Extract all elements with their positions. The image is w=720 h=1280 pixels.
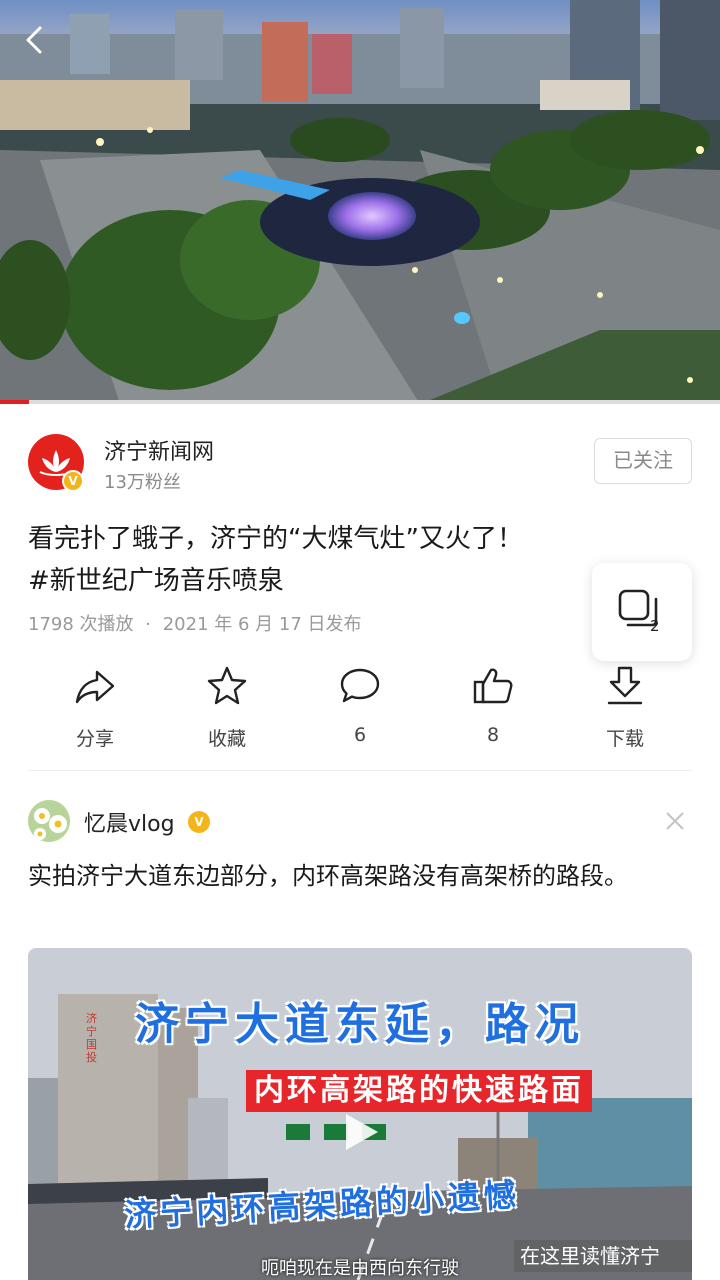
recommended-author-avatar[interactable] <box>28 800 70 842</box>
recommended-video-thumbnail[interactable]: 济宁国投 济宁大道东延，路况 内环高架路的快速路面 济宁内环高架路的小遗憾 呃咱… <box>28 948 692 1280</box>
author-fans-count: 13万粉丝 <box>104 472 181 493</box>
verified-badge-icon: V <box>188 811 210 833</box>
share-label: 分享 <box>75 728 114 750</box>
collection-button[interactable]: 2 <box>592 563 692 661</box>
like-button[interactable]: 8 <box>426 664 560 756</box>
close-icon[interactable] <box>662 808 688 834</box>
video-title-line: 看完扑了蛾子，济宁的“大煤气灶”又火了！ <box>28 524 523 554</box>
download-icon <box>607 666 643 705</box>
forum-watermark: 在这里读懂济宁 <box>514 1240 692 1272</box>
section-divider <box>28 770 692 771</box>
city-square-aerial-image <box>0 0 720 404</box>
back-arrow-icon[interactable] <box>18 22 54 58</box>
comment-icon <box>340 668 380 703</box>
publish-date: 2021 年 6 月 17 日发布 <box>162 614 362 635</box>
play-count: 1798 次播放 <box>28 614 134 635</box>
video-meta: 1798 次播放 · 2021 年 6 月 17 日发布 <box>28 610 362 636</box>
verified-badge-icon: V <box>62 470 84 492</box>
follow-button[interactable]: 已关注 <box>594 438 692 484</box>
author-row: V 济宁新闻网 13万粉丝 已关注 <box>28 432 692 494</box>
comment-button[interactable]: 6 <box>293 664 427 756</box>
thumbnail-subheadline: 内环高架路的快速路面 <box>246 1070 592 1112</box>
author-name[interactable]: 济宁新闻网 <box>104 434 214 466</box>
star-icon <box>207 666 247 705</box>
thumbs-up-icon <box>473 668 513 704</box>
favorite-button[interactable]: 收藏 <box>160 664 294 756</box>
meta-separator: · <box>145 614 151 635</box>
like-count: 8 <box>486 724 500 746</box>
recommended-author-name[interactable]: 忆晨vlog <box>84 806 175 838</box>
download-label: 下载 <box>605 728 644 750</box>
share-icon <box>75 670 115 704</box>
share-button[interactable]: 分享 <box>28 664 162 756</box>
favorite-label: 收藏 <box>207 728 246 750</box>
video-title: 看完扑了蛾子，济宁的“大煤气灶”又火了！ #新世纪广场音乐喷泉 <box>28 518 628 602</box>
recommended-author-row: 忆晨vlog V <box>28 800 692 844</box>
action-bar: 分享 收藏 6 8 下载 <box>28 664 692 756</box>
daisy-avatar-icon <box>28 800 70 842</box>
recommended-title[interactable]: 实拍济宁大道东边部分，内环高架路没有高架桥的路段。 <box>28 856 668 896</box>
video-progress-bar[interactable] <box>0 400 720 404</box>
collection-count: 2 <box>650 617 660 635</box>
video-player[interactable] <box>0 0 720 404</box>
download-button[interactable]: 下载 <box>558 664 692 756</box>
play-icon[interactable] <box>338 1110 382 1154</box>
author-avatar[interactable]: V <box>28 434 84 492</box>
thumbnail-headline: 济宁大道东延，路况 <box>135 999 585 1050</box>
video-hashtag[interactable]: #新世纪广场音乐喷泉 <box>28 560 628 602</box>
comment-count: 6 <box>353 724 367 746</box>
video-progress-fill <box>0 400 29 404</box>
